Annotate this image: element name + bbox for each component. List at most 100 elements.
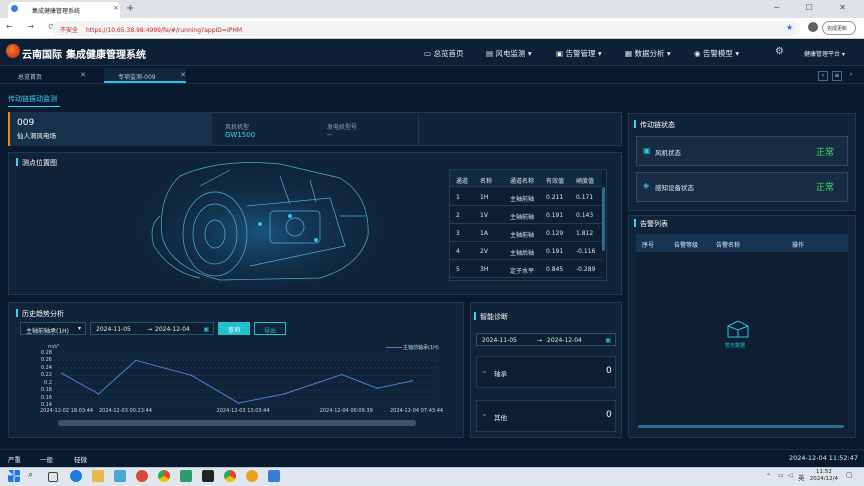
url-text[interactable]: https://10.65.38.98:4999/fe/#/running?ap… <box>86 27 242 34</box>
generator-value: -- <box>327 131 333 139</box>
cell: 1H <box>480 194 489 201</box>
turbine-status-icon: ▣ <box>643 146 651 155</box>
generator-label: 发电机型号 <box>327 124 358 131</box>
turbine-card <box>10 112 212 146</box>
end-date[interactable]: 2024-12-04 <box>547 337 582 344</box>
cell: 3 <box>456 230 460 237</box>
settings-gear-icon[interactable]: ⚙ <box>775 46 784 57</box>
cell: 0.143 <box>576 212 594 219</box>
col-channel: 通道 <box>456 178 469 185</box>
diag-date-range[interactable]: 2024-11-05 → 2024-12-04 ▣ <box>476 333 616 346</box>
bookmark-star-icon[interactable]: ★ <box>786 23 793 32</box>
cell: 1V <box>480 212 488 219</box>
tab-menu-icon[interactable]: ≡ <box>832 71 842 81</box>
query-button[interactable]: 查询 <box>218 322 250 335</box>
table-row[interactable]: 1 1H 主轴前轴 0.211 0.171 <box>450 188 602 206</box>
sensor-status-icon: ◈ <box>643 181 650 190</box>
nav-alarm-model[interactable]: ◉ 告警模型 ▾ <box>694 48 739 59</box>
start-date[interactable]: 2024-11-05 <box>96 326 131 333</box>
tab-close-icon[interactable]: × <box>113 4 119 12</box>
status-footer <box>0 449 864 467</box>
folder-icon[interactable] <box>92 470 104 482</box>
other-label: 其他 <box>494 414 507 422</box>
app-icon[interactable] <box>180 470 192 482</box>
edge-icon[interactable] <box>70 470 82 482</box>
cell: 1 <box>456 194 460 201</box>
window-controls[interactable]: ─ ☐ ✕ <box>774 3 858 12</box>
turbine-accent <box>8 112 10 146</box>
favicon-icon <box>11 5 18 12</box>
cell: 0.129 <box>546 230 564 237</box>
terminal-icon[interactable] <box>202 470 214 482</box>
nav-label: 数据分析 <box>634 49 665 58</box>
alarm-table-header: 序号 告警等级 告警名称 操作 <box>636 234 848 252</box>
tray-network-icon[interactable]: ▭ <box>778 472 784 479</box>
date-range-picker[interactable]: 2024-11-05 → 2024-12-04 ▣ <box>90 322 214 335</box>
start-date[interactable]: 2024-11-05 <box>482 337 517 344</box>
insecure-warning[interactable]: 不安全 <box>60 27 78 34</box>
nav-overview[interactable]: ▭ 总览首页 <box>424 48 463 59</box>
browser-tab[interactable]: 集成健康管理系统 <box>8 2 120 18</box>
app-icon[interactable] <box>114 470 126 482</box>
severity-general[interactable]: 一般 <box>40 454 53 464</box>
col-action: 操作 <box>792 242 805 249</box>
calendar-icon: ▣ <box>203 326 209 333</box>
app-icon[interactable] <box>136 470 148 482</box>
table-scrollbar[interactable] <box>602 187 605 251</box>
tab-overview[interactable]: 总览首页 ✕ <box>4 68 86 83</box>
notification-icon[interactable]: ▢ <box>846 471 853 479</box>
nav-data-analysis[interactable]: ▦ 数据分析 ▾ <box>625 48 671 59</box>
app-icon[interactable] <box>246 470 258 482</box>
col-rms: 有效值 <box>546 178 565 185</box>
turbine-code: 009 <box>17 118 35 128</box>
close-icon[interactable]: ✕ <box>80 71 86 79</box>
chart-zoom-slider[interactable] <box>58 420 416 426</box>
end-date[interactable]: 2024-12-04 <box>155 326 190 333</box>
section-title[interactable]: 传动链振动监测 <box>8 94 57 104</box>
table-row[interactable]: 4 2V 主轴后轴 0.191 -0.116 <box>450 242 602 260</box>
data-point <box>61 372 63 375</box>
export-button[interactable]: 导出 <box>254 322 286 335</box>
tray-volume-icon[interactable]: ◁ <box>788 472 793 479</box>
severity-critical[interactable]: 严重 <box>8 454 21 464</box>
alarm-list-title: 告警列表 <box>640 220 668 228</box>
cell: 1A <box>480 230 488 237</box>
close-icon[interactable]: ✕ <box>180 71 186 79</box>
chrome-icon[interactable] <box>158 470 170 482</box>
calendar-icon: ▣ <box>605 337 611 344</box>
table-row[interactable]: 5 3H 定子水平 0.845 -0.289 <box>450 260 602 278</box>
empty-box-icon <box>727 320 749 338</box>
y-tick-label: 0.18 <box>40 387 52 394</box>
update-button[interactable]: 完成更新 <box>822 21 856 35</box>
cell: 主轴前轴 <box>510 214 535 221</box>
alarm-scrollbar[interactable] <box>638 425 844 428</box>
trend-chart <box>58 353 436 405</box>
tray-chevron-icon[interactable]: ⌃ <box>766 473 771 480</box>
nav-alarm-mgmt[interactable]: ▣ 告警管理 ▾ <box>556 48 602 59</box>
table-row[interactable]: 3 1A 主轴前轴 0.129 1.812 <box>450 224 602 242</box>
nav-wind-monitor[interactable]: ▤ 风电监测 ▾ <box>486 48 532 59</box>
severity-minor[interactable]: 轻微 <box>74 454 87 464</box>
new-tab-button[interactable]: + <box>126 3 134 14</box>
tab-prev-icon[interactable]: ‹ <box>818 71 828 81</box>
channel-select[interactable]: 主轴前轴承(1H) ▾ <box>20 322 86 335</box>
table-row[interactable]: 2 1V 主轴前轴 0.191 0.143 <box>450 206 602 224</box>
input-language[interactable]: 英 <box>798 472 805 482</box>
chrome-icon[interactable] <box>224 470 236 482</box>
cell: 0.845 <box>546 266 564 273</box>
data-point <box>283 393 286 395</box>
task-view-icon[interactable] <box>48 472 58 482</box>
taskbar-clock[interactable]: 11:52 2024/12/4 <box>810 469 838 483</box>
tab-next-icon[interactable]: › <box>846 71 856 81</box>
app-icon[interactable] <box>268 470 280 482</box>
tab-special-monitor[interactable]: 专项监测-009 ✕ <box>104 68 186 83</box>
platform-switch[interactable]: 健康管理平台 ▾ <box>804 49 845 58</box>
data-point <box>376 387 379 390</box>
cell: 1.812 <box>576 230 594 237</box>
address-bar[interactable]: 不安全 https://10.65.38.98:4999/fe/#/runnin… <box>52 21 800 36</box>
search-icon[interactable]: ⌕ <box>28 470 33 480</box>
cell: -0.289 <box>576 266 596 273</box>
profile-avatar[interactable] <box>808 22 818 32</box>
legend-label: 主轴前轴承(1H) <box>403 345 439 351</box>
cell: 0.191 <box>546 248 564 255</box>
